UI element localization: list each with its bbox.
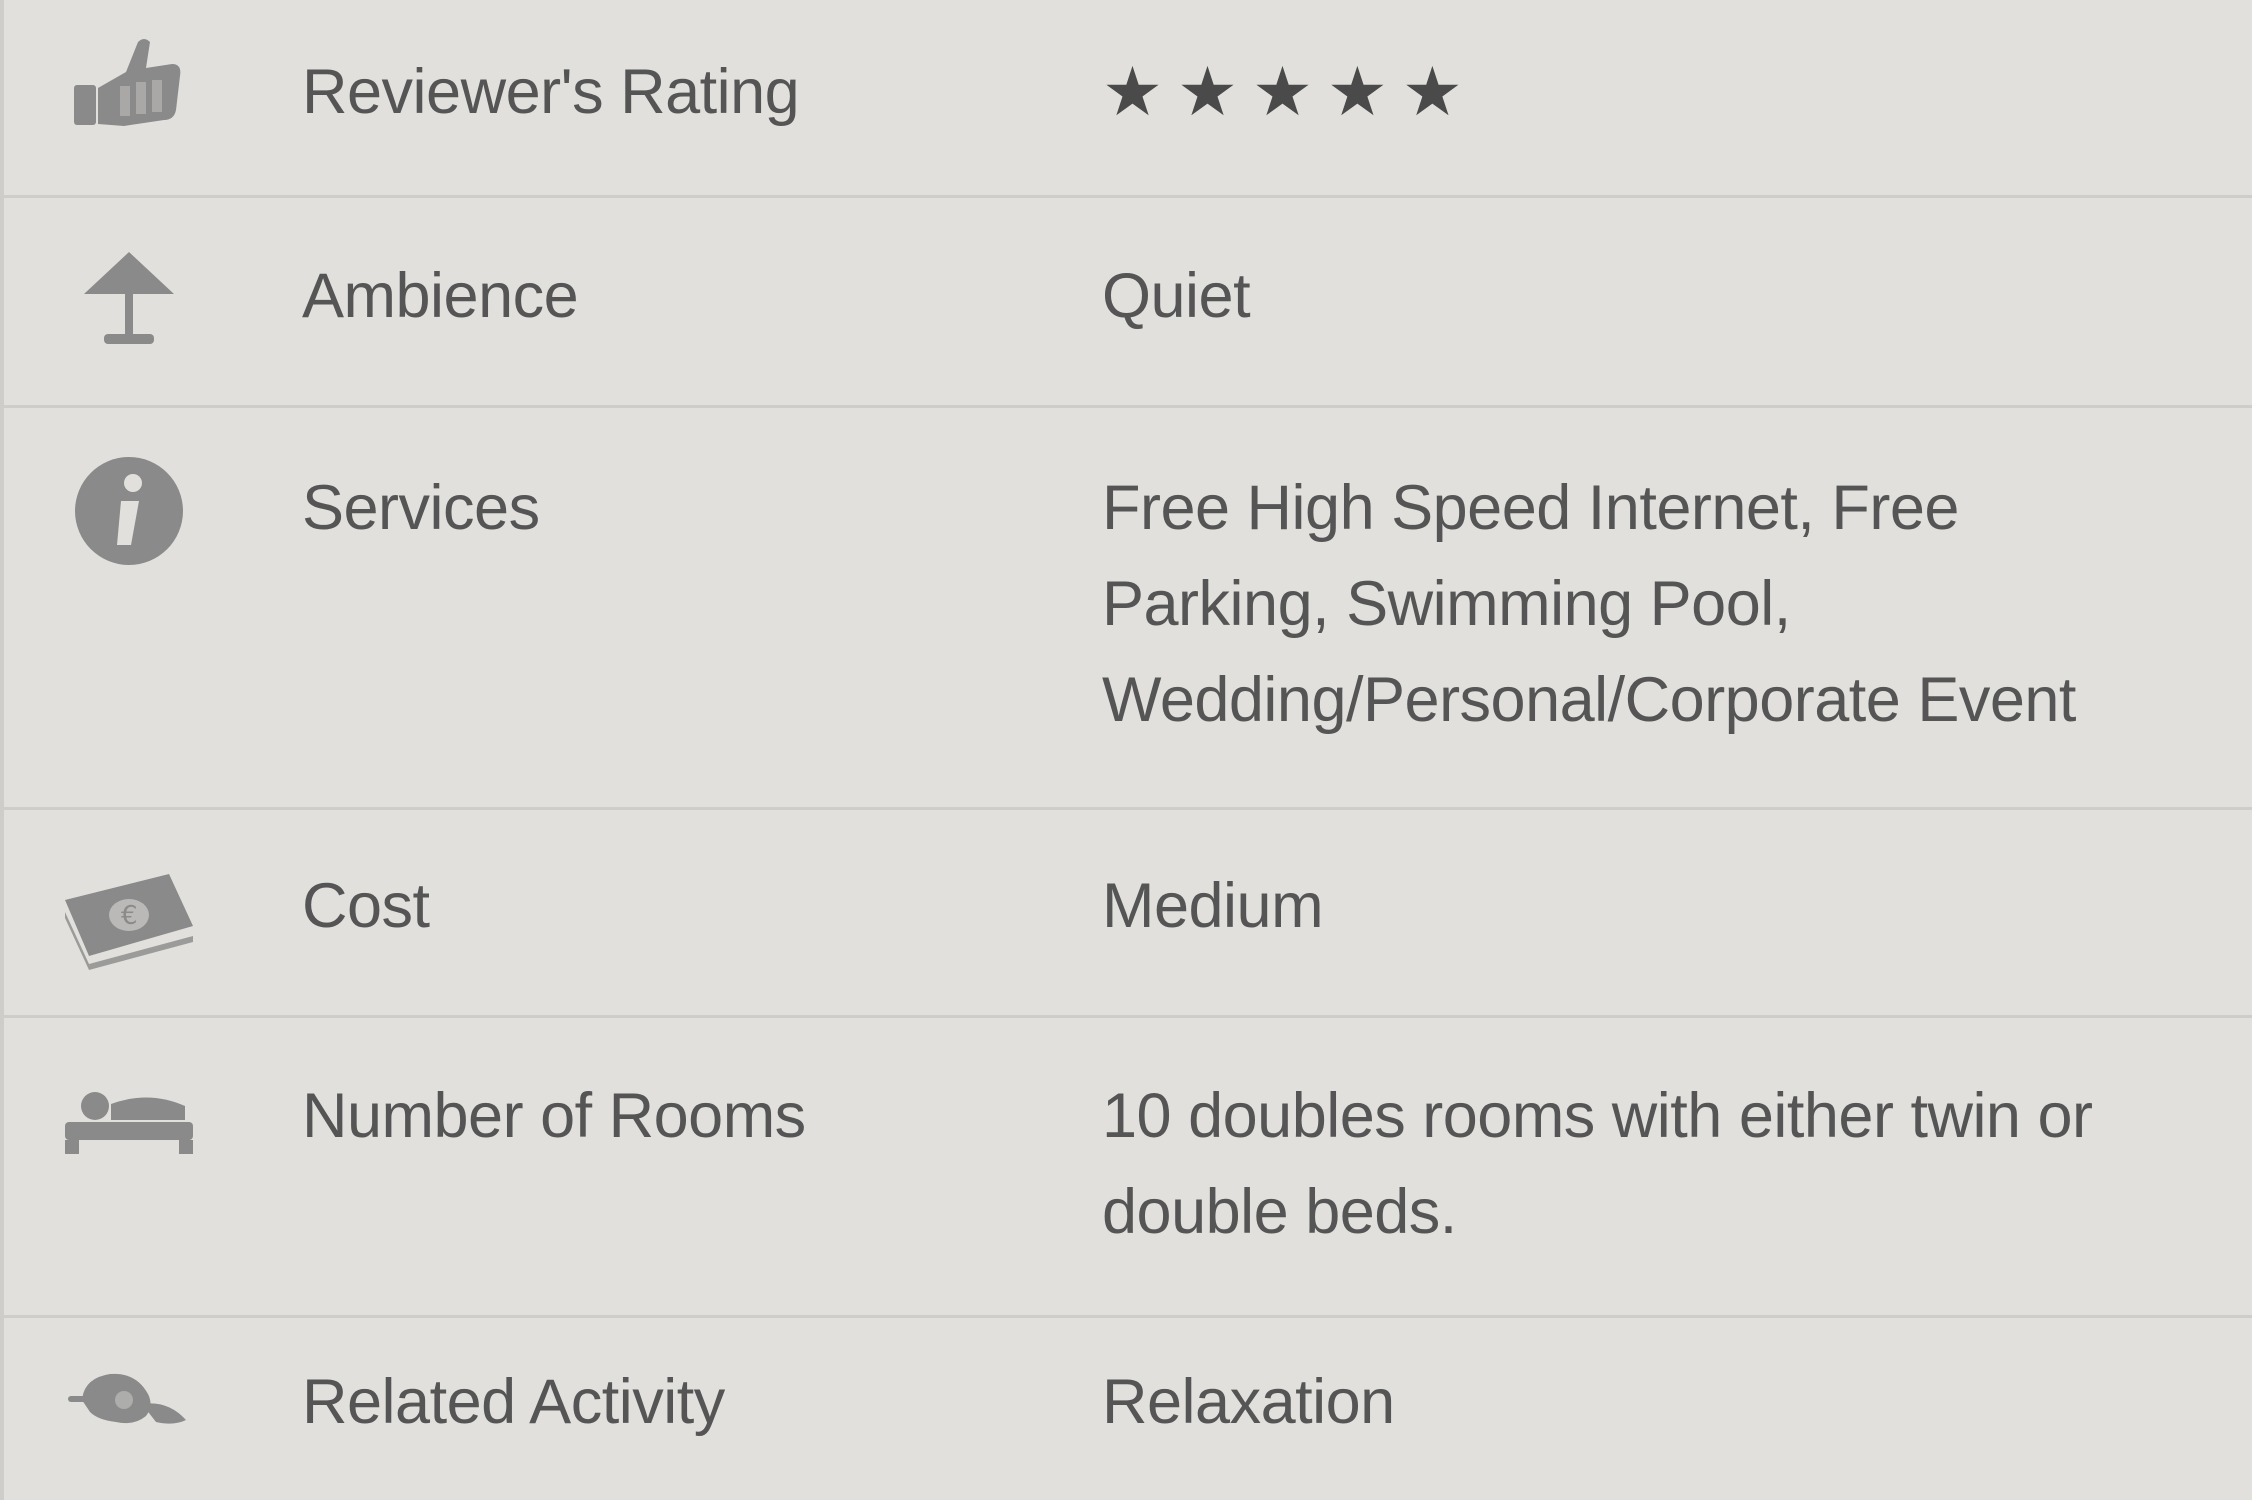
svg-text:€: € xyxy=(121,901,138,931)
rating-stars: ★ ★ ★ ★ ★ xyxy=(1102,44,1463,140)
info-icon xyxy=(54,446,204,576)
rating-star-2: ★ xyxy=(1176,54,1238,130)
value-cost: Medium xyxy=(1102,871,1324,941)
rating-star-4: ★ xyxy=(1326,54,1388,130)
value-number-of-rooms: 10 doubles rooms with either twin or dou… xyxy=(1102,1081,2093,1247)
value-related-activity: Relaxation xyxy=(1102,1367,1395,1437)
value-services: Free High Speed Internet, Free Parking, … xyxy=(1102,473,2076,735)
row-related-activity: Related Activity Relaxation xyxy=(4,1318,2252,1500)
details-table: Reviewer's Rating ★ ★ ★ ★ ★ Ambience Qui… xyxy=(0,0,2252,1500)
rating-star-3: ★ xyxy=(1251,54,1313,130)
row-cost: € Cost Medium xyxy=(4,810,2252,1018)
value-ambience: Quiet xyxy=(1102,261,1251,331)
row-services: Services Free High Speed Internet, Free … xyxy=(4,408,2252,810)
row-ambience: Ambience Quiet xyxy=(4,198,2252,408)
label-cost: Cost xyxy=(302,871,430,941)
bed-icon xyxy=(54,1056,204,1186)
label-ambience: Ambience xyxy=(302,261,579,331)
label-number-of-rooms: Number of Rooms xyxy=(302,1081,806,1151)
rating-star-1: ★ xyxy=(1102,54,1163,130)
rating-star-5: ★ xyxy=(1401,54,1463,130)
label-services: Services xyxy=(302,473,540,543)
row-number-of-rooms: Number of Rooms 10 doubles rooms with ei… xyxy=(4,1018,2252,1318)
label-related-activity: Related Activity xyxy=(302,1367,725,1437)
lamp-icon xyxy=(54,234,204,364)
label-reviewer-rating: Reviewer's Rating xyxy=(302,57,800,127)
thumbs-up-icon xyxy=(54,30,204,160)
relaxation-icon xyxy=(54,1340,204,1470)
money-icon: € xyxy=(54,850,204,980)
row-reviewer-rating: Reviewer's Rating ★ ★ ★ ★ ★ xyxy=(4,0,2252,198)
